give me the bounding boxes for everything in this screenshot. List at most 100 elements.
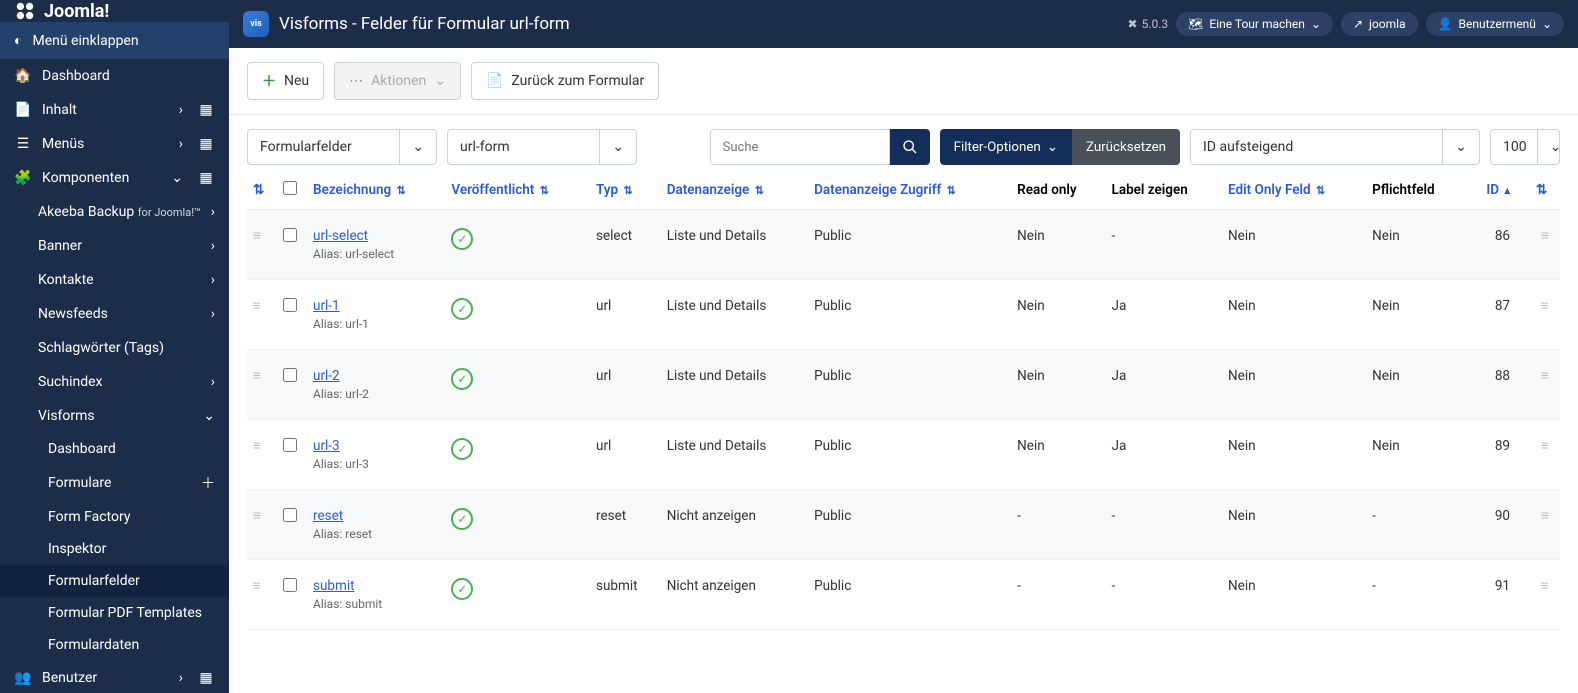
published-toggle[interactable]: ✓ [451, 228, 473, 250]
actions-button[interactable]: ⋯ Aktionen ⌄ [334, 62, 461, 100]
row-checkbox[interactable] [283, 438, 297, 452]
drag-handle-icon[interactable]: ≡ [253, 368, 261, 384]
row-menu-icon[interactable]: ≡ [1530, 420, 1560, 490]
sub-kontakte[interactable]: Kontakte › [0, 263, 229, 297]
vf-formfactory[interactable]: Form Factory [0, 501, 229, 533]
row-checkbox[interactable] [283, 508, 297, 522]
cell-editonly: Nein [1222, 350, 1366, 420]
field-name-link[interactable]: url-3 [313, 438, 340, 454]
grid-icon[interactable]: ▦ [197, 670, 215, 686]
nav-benutzer[interactable]: 👥 Benutzer › ▦ [0, 661, 229, 693]
published-toggle[interactable]: ✓ [451, 368, 473, 390]
grid-icon[interactable]: ▦ [197, 170, 215, 186]
filter-area-select[interactable]: Formularfelder ⌄ [247, 129, 437, 165]
published-toggle[interactable]: ✓ [451, 578, 473, 600]
nav-label: Benutzer [42, 670, 97, 686]
row-checkbox[interactable] [283, 578, 297, 592]
filter-options-button[interactable]: Filter-Optionen ⌄ [940, 129, 1072, 165]
row-menu-icon[interactable]: ≡ [1530, 490, 1560, 560]
col-typ[interactable]: Typ ⇅ [590, 171, 661, 210]
puzzle-icon: 🧩 [14, 170, 32, 186]
check-all[interactable] [283, 181, 297, 195]
field-name-link[interactable]: reset [313, 508, 343, 524]
field-name-link[interactable]: submit [313, 578, 355, 594]
chevron-down-icon: ⌄ [1047, 140, 1058, 155]
cell-editonly: Nein [1222, 210, 1366, 280]
drag-handle-icon[interactable]: ≡ [253, 438, 261, 454]
limit-select[interactable]: 100 ⌄ [1490, 129, 1560, 165]
drag-handle-icon[interactable]: ≡ [253, 508, 261, 524]
vf-daten[interactable]: Formulardaten [0, 629, 229, 661]
col-checkall[interactable] [277, 171, 307, 210]
cell-readonly: Nein [1011, 350, 1105, 420]
col-order[interactable]: ⇅ [247, 171, 277, 210]
vf-pdf[interactable]: Formular PDF Templates [0, 597, 229, 629]
cell-zugriff: Public [808, 490, 1011, 560]
vf-dashboard[interactable]: Dashboard [0, 433, 229, 465]
tour-button[interactable]: 🗺 Eine Tour machen ⌄ [1176, 12, 1333, 36]
nav-inhalt[interactable]: 📄 Inhalt › ▦ [0, 93, 229, 127]
cell-readonly: Nein [1011, 420, 1105, 490]
grid-icon[interactable]: ▦ [197, 102, 215, 118]
grid-icon[interactable]: ▦ [197, 136, 215, 152]
nav-menus[interactable]: ☰ Menüs › ▦ [0, 127, 229, 161]
row-checkbox[interactable] [283, 298, 297, 312]
sub-akeeba[interactable]: Akeeba Backup for Joomla!™ › [0, 195, 229, 229]
search-input[interactable] [710, 129, 890, 165]
brand[interactable]: Joomla! [0, 0, 229, 22]
col-editonly[interactable]: Edit Only Feld ⇅ [1222, 171, 1366, 210]
reset-button[interactable]: Zurücksetzen [1072, 129, 1180, 165]
col-id[interactable]: ID ▴ [1464, 171, 1530, 210]
col-menu[interactable]: ⇅ [1530, 171, 1560, 210]
nav-label: Menüs [42, 136, 84, 152]
chevron-right-icon: › [211, 272, 215, 288]
vf-formulare[interactable]: Formulare ＋ [0, 465, 229, 501]
table-row: ≡ url-select Alias: url-select ✓ select … [247, 210, 1560, 280]
cell-zugriff: Public [808, 280, 1011, 350]
search-button[interactable] [890, 129, 930, 165]
field-name-link[interactable]: url-select [313, 228, 368, 244]
sub-suchindex[interactable]: Suchindex › [0, 365, 229, 399]
col-published[interactable]: Veröffentlicht ⇅ [445, 171, 590, 210]
row-menu-icon[interactable]: ≡ [1530, 210, 1560, 280]
back-button[interactable]: 📄 Zurück zum Formular [471, 62, 659, 100]
version-text: 5.0.3 [1142, 17, 1169, 31]
nav-dashboard[interactable]: 🏠 Dashboard [0, 59, 229, 93]
sub-newsfeeds[interactable]: Newsfeeds › [0, 297, 229, 331]
frontend-link[interactable]: ↗ joomla [1341, 12, 1418, 36]
vf-formularfelder[interactable]: Formularfelder [0, 565, 229, 597]
field-name-link[interactable]: url-2 [313, 368, 340, 384]
published-toggle[interactable]: ✓ [451, 438, 473, 460]
col-bezeichnung[interactable]: Bezeichnung ⇅ [307, 171, 445, 210]
sub-visforms[interactable]: Visforms ⌄ [0, 399, 229, 433]
published-toggle[interactable]: ✓ [451, 508, 473, 530]
sub-banner[interactable]: Banner › [0, 229, 229, 263]
home-icon: 🏠 [14, 68, 32, 84]
usermenu-button[interactable]: 👤 Benutzermenü ⌄ [1426, 12, 1564, 36]
col-zugriff[interactable]: Datenanzeige Zugriff ⇅ [808, 171, 1011, 210]
chevron-right-icon: › [179, 670, 183, 686]
nav-komponenten[interactable]: 🧩 Komponenten ⌄ ▦ [0, 161, 229, 195]
drag-handle-icon[interactable]: ≡ [253, 228, 261, 244]
row-checkbox[interactable] [283, 228, 297, 242]
published-toggle[interactable]: ✓ [451, 298, 473, 320]
col-datenanzeige[interactable]: Datenanzeige ⇅ [661, 171, 808, 210]
filter-form-select[interactable]: url-form ⌄ [447, 129, 637, 165]
sub-tags[interactable]: Schlagwörter (Tags) [0, 331, 229, 365]
vf-inspektor[interactable]: Inspektor [0, 533, 229, 565]
sort-select[interactable]: ID aufsteigend ⌄ [1190, 129, 1480, 165]
drag-handle-icon[interactable]: ≡ [253, 298, 261, 314]
sub-label: Kontakte [38, 272, 94, 288]
row-checkbox[interactable] [283, 368, 297, 382]
cell-typ: url [590, 420, 661, 490]
row-menu-icon[interactable]: ≡ [1530, 350, 1560, 420]
file-icon: 📄 [486, 73, 503, 89]
cell-pflicht: - [1366, 490, 1464, 560]
plus-icon[interactable]: ＋ [201, 473, 215, 493]
menu-collapse-toggle[interactable]: ◐ Menü einklappen [0, 22, 229, 59]
row-menu-icon[interactable]: ≡ [1530, 280, 1560, 350]
drag-handle-icon[interactable]: ≡ [253, 578, 261, 594]
row-menu-icon[interactable]: ≡ [1530, 560, 1560, 630]
new-button[interactable]: ＋ Neu [247, 62, 324, 100]
field-name-link[interactable]: url-1 [313, 298, 340, 314]
